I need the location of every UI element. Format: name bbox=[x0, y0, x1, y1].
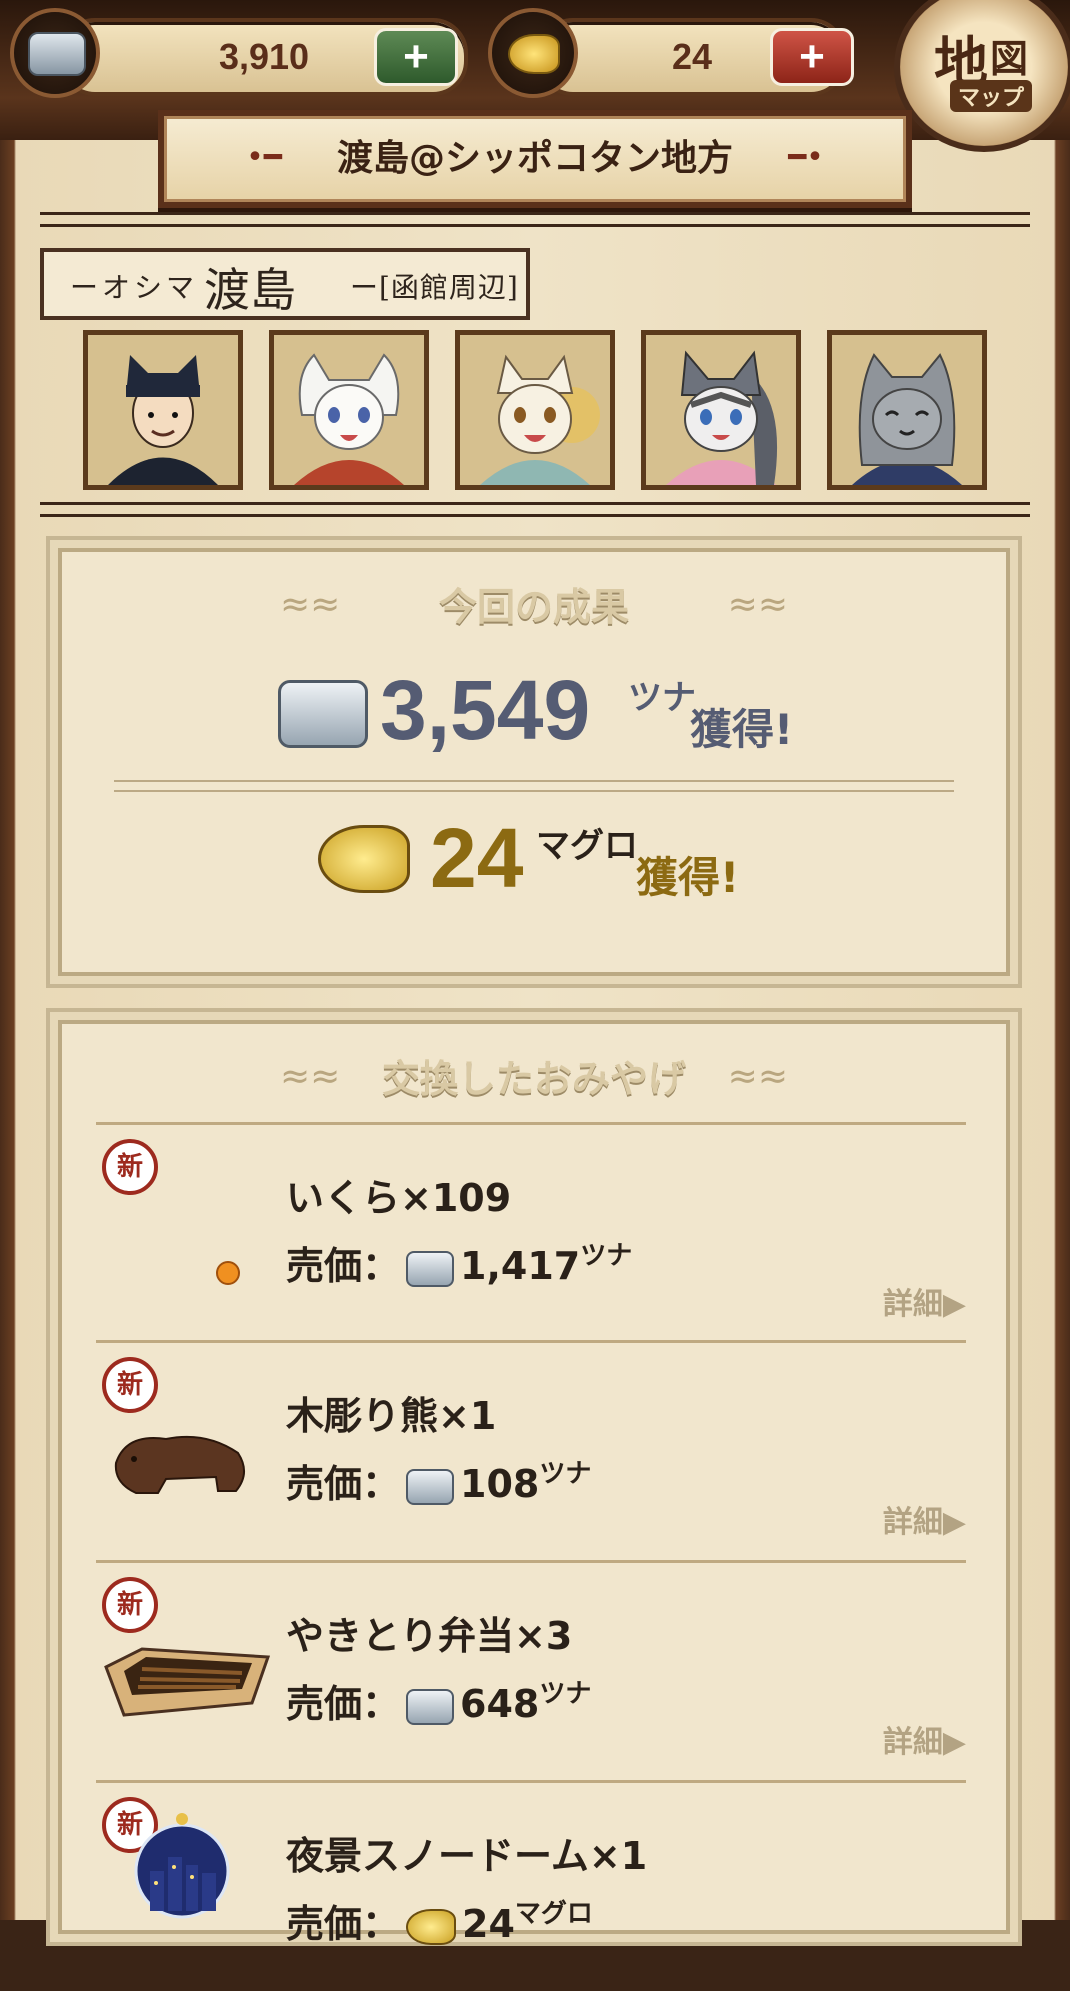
tuna-earned-value: 3,549 bbox=[380, 663, 591, 757]
location-name: 渡島 bbox=[204, 263, 296, 317]
add-tuna-button[interactable]: + bbox=[374, 28, 458, 86]
character-portrait-gray-smile-cat[interactable] bbox=[827, 330, 987, 490]
price-unit: ツナ bbox=[580, 1241, 633, 1271]
scroll-ornament-right: ≈≈ bbox=[727, 584, 788, 625]
wooden-bear-icon bbox=[114, 1435, 245, 1494]
price-label: 売価： bbox=[286, 1244, 401, 1288]
map-button[interactable]: 地 図 マップ bbox=[894, 0, 1070, 152]
souvenir-price: 売価： 24マグロ bbox=[286, 1893, 593, 1948]
new-badge: 新 bbox=[102, 1357, 158, 1413]
tuna-can-icon bbox=[406, 1250, 455, 1287]
divider bbox=[40, 514, 1030, 517]
tuna-can-icon bbox=[406, 1688, 455, 1725]
price-unit: ツナ bbox=[539, 1459, 592, 1489]
divider bbox=[40, 212, 1030, 215]
souvenir-row[interactable]: 新 いくら×109 売価： 1,417ツナ 詳細▶ bbox=[96, 1122, 966, 1333]
character-portrait-white-cat[interactable] bbox=[269, 330, 429, 490]
results-panel: ≈≈ 今回の成果 ≈≈ 3,549 ツナ 獲得! 24 マグロ 獲得! bbox=[46, 536, 1022, 988]
tuna-can-icon bbox=[406, 1468, 455, 1505]
new-badge: 新 bbox=[102, 1139, 158, 1195]
divider bbox=[40, 502, 1030, 505]
divider bbox=[114, 780, 954, 782]
scroll-ornament-right: ≈≈ bbox=[727, 1056, 788, 1097]
banner-ornament-right: ━• bbox=[788, 140, 824, 175]
location-tag: ーオシマ 渡島 ー[函館周辺] bbox=[40, 248, 530, 320]
souvenir-row[interactable]: 新 木彫り熊×1 売価： 108ツナ 詳細▶ bbox=[96, 1340, 966, 1551]
detail-link[interactable]: 詳細▶ bbox=[883, 1497, 966, 1541]
gold-fish-icon bbox=[406, 1908, 457, 1945]
region-banner: •━ 渡島@シッポコタン地方 ━• bbox=[158, 110, 912, 208]
snow-globe-icon bbox=[134, 1813, 230, 1919]
souvenirs-panel: ≈≈ 交換したおみやげ ≈≈ 新 いくら×109 売価： 1,417ツナ 詳細▶ … bbox=[46, 1008, 1022, 1946]
price-label: 売価： bbox=[286, 1682, 401, 1726]
price-value: 648 bbox=[460, 1682, 540, 1726]
price-unit: マグロ bbox=[514, 1899, 593, 1929]
detail-link[interactable]: 詳細▶ bbox=[883, 1279, 966, 1323]
location-area: ー[函館周辺] bbox=[350, 271, 519, 304]
maguro-earned-value: 24 bbox=[430, 811, 524, 905]
tuna-earned-suffix: 獲得! bbox=[690, 705, 794, 754]
souvenir-name: 夜景スノードーム×1 bbox=[286, 1834, 648, 1878]
results-heading: 今回の成果 bbox=[438, 585, 629, 629]
divider bbox=[114, 790, 954, 792]
souvenir-price: 売価： 108ツナ bbox=[286, 1453, 591, 1508]
region-title: 渡島@シッポコタン地方 bbox=[336, 138, 733, 179]
souvenir-name: 木彫り熊×1 bbox=[286, 1394, 497, 1438]
tuna-can-icon bbox=[278, 680, 368, 748]
location-reading: ーオシマ bbox=[70, 271, 199, 304]
divider bbox=[40, 224, 1030, 227]
price-unit: ツナ bbox=[539, 1679, 592, 1709]
add-maguro-button[interactable]: + bbox=[770, 28, 854, 86]
souvenir-name: やきとり弁当×3 bbox=[286, 1614, 573, 1658]
price-value: 108 bbox=[460, 1462, 540, 1506]
detail-link[interactable]: 詳細▶ bbox=[883, 1717, 966, 1761]
character-portrait-cream-cat[interactable] bbox=[455, 330, 615, 490]
ikura-icon bbox=[216, 1261, 240, 1285]
character-portrait-gray-cat[interactable] bbox=[641, 330, 801, 490]
price-label: 売価： bbox=[286, 1462, 401, 1506]
character-portrait-boy[interactable] bbox=[83, 330, 243, 490]
gold-fish-icon bbox=[318, 825, 410, 893]
souvenir-row[interactable]: 新 やきとり弁当×3 売価： 648ツナ 詳細▶ bbox=[96, 1560, 966, 1771]
new-badge: 新 bbox=[102, 1577, 158, 1633]
price-label: 売価： bbox=[286, 1902, 401, 1946]
souvenir-price: 売価： 648ツナ bbox=[286, 1673, 591, 1728]
price-value: 1,417 bbox=[460, 1244, 581, 1288]
souvenir-name: いくら×109 bbox=[286, 1176, 512, 1220]
price-value: 24 bbox=[462, 1902, 515, 1946]
tuna-earned-unit: ツナ bbox=[628, 678, 696, 718]
map-label: マップ bbox=[950, 80, 1033, 112]
tuna-can-icon bbox=[10, 8, 100, 98]
yakitori-bento-icon bbox=[104, 1647, 271, 1717]
tuna-count: 3,910 bbox=[218, 36, 310, 77]
maguro-earned-suffix: 獲得! bbox=[636, 853, 740, 902]
souvenirs-heading: 交換したおみやげ bbox=[381, 1057, 686, 1101]
souvenir-row[interactable]: 新 夜景スノードーム×1 売価： 24マグロ bbox=[96, 1780, 966, 1991]
gold-fish-icon bbox=[488, 8, 578, 98]
map-kanji-2: 図 bbox=[990, 36, 1029, 81]
banner-ornament-left: •━ bbox=[246, 140, 282, 175]
maguro-earned-unit: マグロ bbox=[536, 826, 638, 866]
maguro-count: 24 bbox=[671, 36, 713, 77]
souvenir-price: 売価： 1,417ツナ bbox=[286, 1235, 632, 1290]
